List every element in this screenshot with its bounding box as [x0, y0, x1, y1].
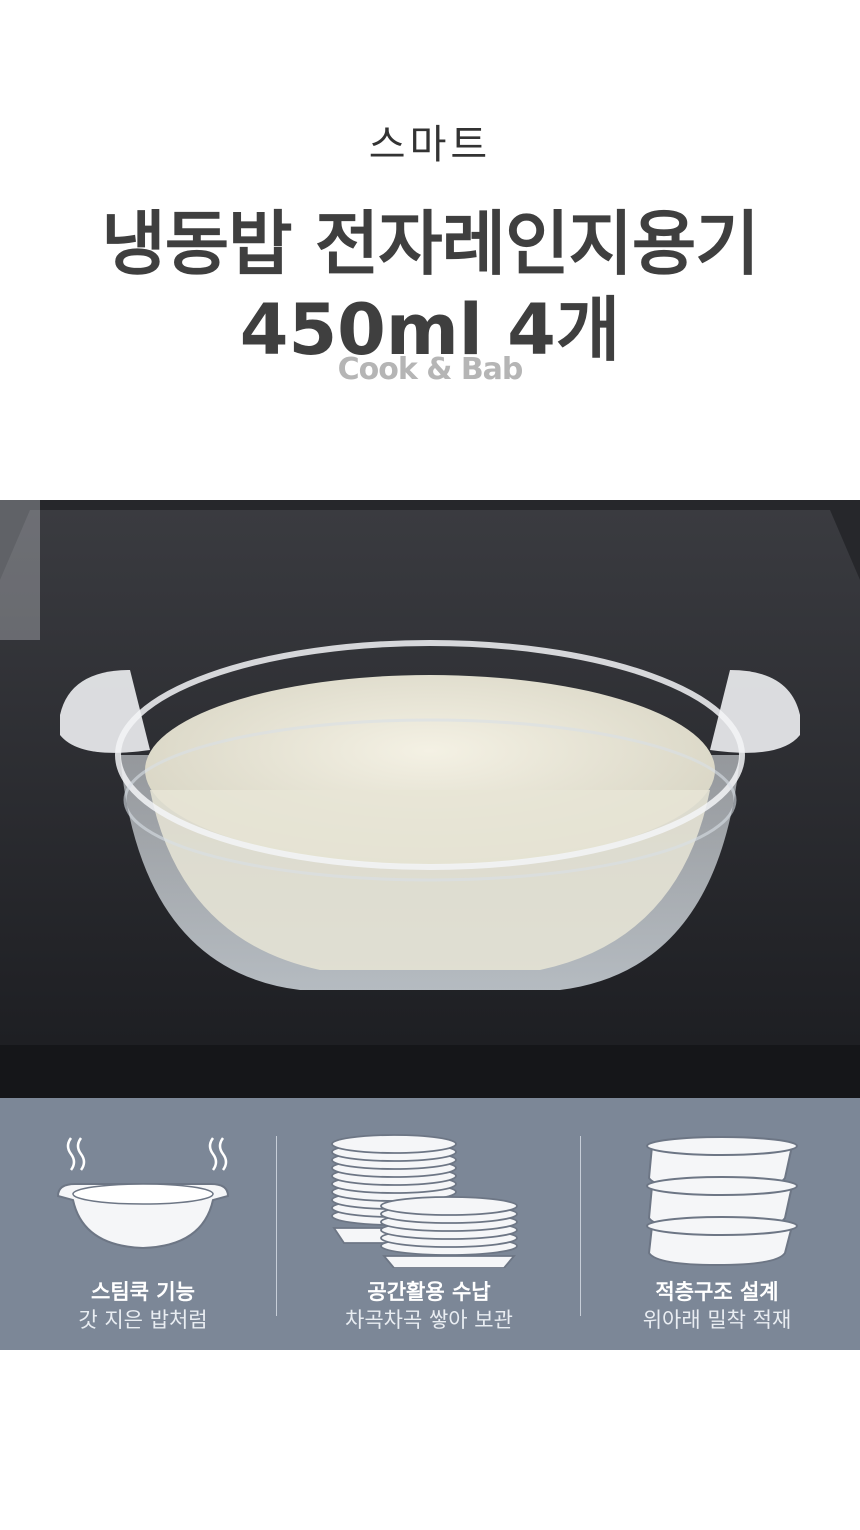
stacked-bowls-icon: [329, 1128, 529, 1269]
feature-divider: [276, 1136, 277, 1316]
brand-logo: Cook & Bab: [337, 352, 524, 387]
feature-space-storage: 공간활용 수납 차곡차곡 쌓아 보관: [286, 1098, 572, 1350]
layered-containers-icon: [617, 1128, 817, 1268]
feature-steam-cook: 스팀쿡 기능 갓 지은 밥처럼: [0, 1098, 286, 1350]
feature-subtitle: 갓 지은 밥처럼: [78, 1308, 208, 1332]
product-photo: [0, 500, 860, 1098]
feature-title: 적층구조 설계: [655, 1280, 779, 1304]
feature-title: 공간활용 수납: [367, 1280, 491, 1304]
feature-band: 스팀쿡 기능 갓 지은 밥처럼 공간활용 수납 차곡차곡 쌓아 보관 적층구조 …: [0, 1098, 860, 1350]
product-header: 스마트 냉동밥 전자레인지용기 450ml 4개 Cook & Bab: [0, 0, 860, 500]
feature-subtitle: 차곡차곡 쌓아 보관: [345, 1308, 513, 1332]
feature-title: 스팀쿡 기능: [91, 1280, 195, 1304]
eyebrow-label: 스마트: [368, 122, 492, 168]
feature-stacking-design: 적층구조 설계 위아래 밀착 적재: [574, 1098, 860, 1350]
steam-bowl-icon: [43, 1128, 243, 1268]
feature-subtitle: 위아래 밀착 적재: [642, 1308, 792, 1332]
